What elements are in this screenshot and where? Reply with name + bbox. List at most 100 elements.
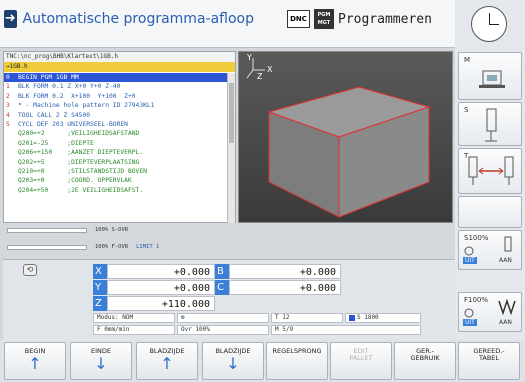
clock-icon [471,6,507,42]
line-text: CYCL DEF 203 UNIVERSEEL-BOREN [18,120,128,128]
program-line[interactable]: 0 BEGIN PGM 1GB MM [4,73,228,83]
softkey-label: GEREED.- TABEL [473,347,505,362]
axis-c-label: C [215,280,229,295]
softkey-4[interactable]: BLADZIJDE ↓ [202,342,264,380]
line-number: 4 [6,111,10,119]
s-override-key[interactable]: S100% UIT AAN [458,230,522,270]
softkey-label: EDIT PALLET [349,347,373,362]
program-line[interactable]: 1 BLK FORM 0.1 Z X+0 Y+0 Z-40 [4,82,228,91]
axis-x-label: X [267,65,273,74]
graphics-3d-view[interactable]: Y X Z [238,51,453,223]
program-scrollbar[interactable] [227,73,235,223]
program-line[interactable]: Q200=+2 ;VEILIGHEIDSAFSTAND [4,129,228,138]
line-text: Q203=+0 ;COORD. OPPERVLAK [18,177,132,185]
axis-y-label: Y [246,53,252,62]
axis-x-value: +0.000 [107,264,215,279]
program-line[interactable]: Q210=+0 ;STILSTANDSTIJD BOVEN [4,167,228,176]
axis-z-line [246,69,254,79]
program-line[interactable]: Q201=-25 ;DIEPTE [4,139,228,148]
f-override-key[interactable]: F100% UIT AAN [458,292,522,332]
tool-change-icon [468,156,514,185]
m-field: M 5/9 [271,325,421,335]
pgm-mgt-icon: PGM MGT [314,9,334,29]
arrow-up-icon: ↑ [28,354,42,373]
f-uit-toggle[interactable]: UIT [463,319,477,326]
program-file: →1GB.h [4,62,235,72]
program-line[interactable]: 2 BLK FORM 0.2 X+100 Y+100 Z+0 [4,92,228,101]
softkey-5[interactable]: REGELSPRONG [266,342,328,380]
arrow-down-icon: ↓ [94,354,108,373]
top-bar: ➜ Automatische programma-afloop DNC PGM … [0,0,455,48]
mode-programming[interactable]: PGM MGT Programmeren [314,8,432,30]
softkey-7[interactable]: GER.- GEBRUIK [394,342,456,380]
right-softkey-bar: M S T S100% UIT AAN F100% UIT AAN [455,0,525,340]
f-aan-toggle[interactable]: AAN [499,319,512,326]
softkey-label: REGELSPRONG [272,347,322,355]
tool-icon: ⚙ [181,314,185,321]
axis-z-label: Z [93,296,107,311]
softkey-bar: BEGIN ↑ EINDE ↓ BLADZIJDE ↑ BLADZIJDE ↓ REGELSPR… [0,340,525,382]
line-number: 3 [6,102,10,110]
softkey-6[interactable]: EDIT PALLET [330,342,392,380]
line-text: BLK FORM 0.1 Z X+0 Y+0 Z-40 [18,83,121,91]
spindle-override-icon [464,236,512,256]
machine-icon [479,70,505,88]
s-uit-toggle[interactable]: UIT [463,257,477,264]
f-field: F 0mm/min [93,325,175,335]
program-line[interactable]: Q203=+0 ;COORD. OPPERVLAK [4,176,228,185]
m-function-key[interactable]: M [458,52,522,100]
softkey-3[interactable]: BLADZIJDE ↑ [136,342,198,380]
softkey-label: GER.- GEBRUIK [410,347,440,362]
axis-x-label: X [93,264,107,279]
softkey-8[interactable]: GEREED.- TABEL [458,342,520,380]
program-line[interactable]: Q204=+50 ;2E VEILIGHEIDSAFST. [4,186,228,195]
softkey-2[interactable]: EINDE ↓ [70,342,132,380]
f-override-bar [7,245,87,250]
axis-b-label: B [215,264,229,279]
mode-main-title: Automatische programma-afloop [22,11,254,27]
axis-c-value: +0.000 [229,280,341,295]
limit-label: LIMIT 1 [136,244,160,250]
t-function-key[interactable]: T [458,148,522,194]
empty-right-key[interactable] [458,196,522,228]
feed-override-icon [464,298,516,318]
axis-b-value: +0.000 [229,264,341,279]
line-text: BEGIN PGM 1GB MM [18,74,79,81]
workpiece-3d-svg: Y X Z [246,53,431,218]
spindle-status-icon [349,314,355,321]
s-aan-toggle[interactable]: AAN [499,257,512,264]
s-field-value: S 1800 [357,314,379,321]
s-override-bar [7,228,87,233]
position-panel: ⟲ X +0.000 B +0.000 Y +0.000 C +0.000 Z … [3,259,455,341]
program-line[interactable]: Q202=+5 ;DIEPTEVERPLAATSING [4,158,228,167]
line-number: 1 [6,83,10,91]
spindle-icon [485,108,497,142]
line-text: Q210=+0 ;STILSTANDSTIJD BOVEN [18,167,147,175]
mode-prog-title: Programmeren [338,11,432,27]
program-lines: 0 BEGIN PGM 1GB MM 1 BLK FORM 0.1 Z X+0 Y+0… [4,73,228,195]
modus-field: Modus: NOM [93,313,175,323]
position-display-icon[interactable]: ⟲ [23,264,37,276]
arrow-down-icon: ↓ [226,354,240,373]
softkey-1[interactable]: BEGIN ↑ [4,342,66,380]
line-text: * - Machine hole pattern ID 27943KL1 [18,102,155,110]
s-function-key[interactable]: S [458,102,522,146]
program-line[interactable]: 4 TOOL CALL 2 Z S4500 [4,111,228,120]
axis-z-value: +110.000 [107,296,215,311]
line-text: TOOL CALL 2 Z S4500 [18,111,91,119]
line-text: Q206=+150 ;AANZET DIEPTEVERPL. [18,149,144,157]
program-path: TNC:\nc_prog\BHB\Klartext\1GB.h [4,52,235,62]
line-number: 2 [6,92,10,100]
dnc-icon: DNC [287,10,310,28]
line-text: Q202=+5 ;DIEPTEVERPLAATSING [18,158,140,166]
f-override-value: 100% F-OVR [95,244,129,250]
mode-automatic[interactable]: ➜ Automatische programma-afloop [4,8,254,30]
play-arrow-icon: ➜ [4,10,17,28]
program-line[interactable]: Q206=+150 ;AANZET DIEPTEVERPL. [4,148,228,157]
program-line[interactable]: 5 CYCL DEF 203 UNIVERSEEL-BOREN [4,120,228,129]
program-line[interactable]: 3 * - Machine hole pattern ID 27943KL1 [4,101,228,110]
line-number: 5 [6,120,10,128]
line-text: Q200=+2 ;VEILIGHEIDSAFSTAND [18,130,140,138]
axis-y-value: +0.000 [107,280,215,295]
t-field: T 12 [271,313,343,323]
